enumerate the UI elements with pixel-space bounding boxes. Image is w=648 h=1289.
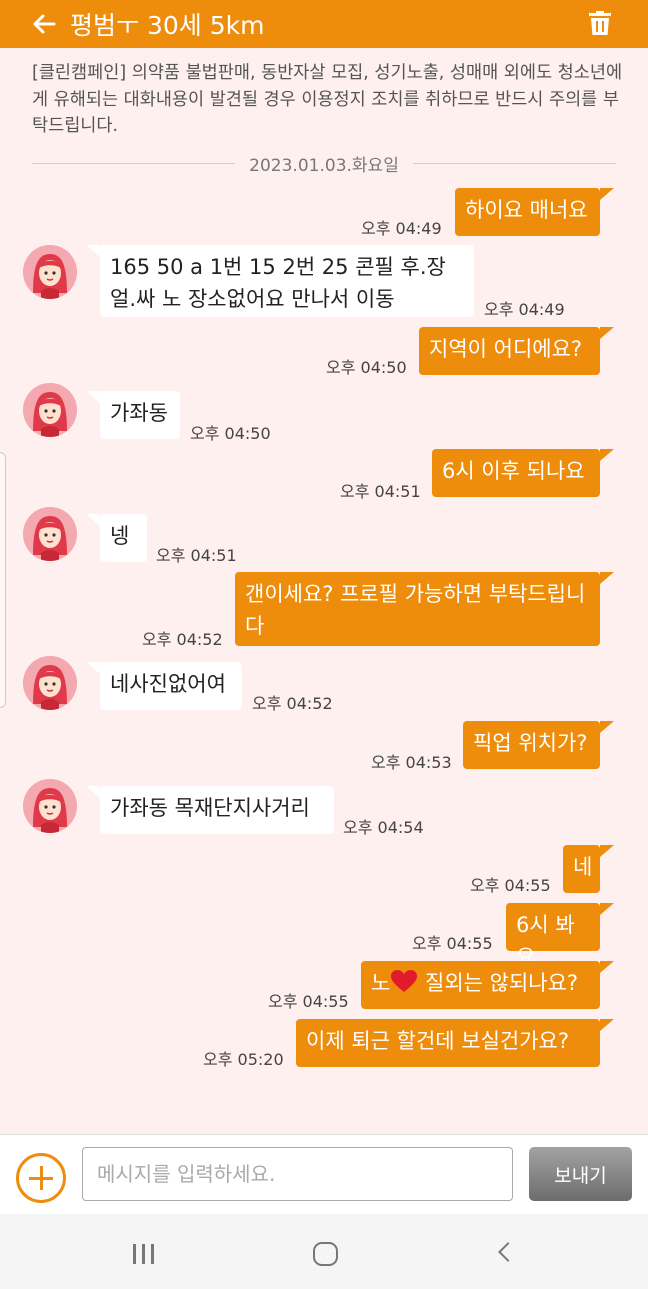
- bubble-tail: [600, 1019, 614, 1031]
- girl-avatar-icon: [23, 779, 77, 833]
- bubble-tail: [86, 786, 100, 798]
- bubble-tail: [600, 449, 614, 461]
- red-heart-icon: [391, 970, 418, 992]
- girl-avatar-icon: [23, 507, 77, 561]
- send-button[interactable]: 보내기: [529, 1147, 632, 1201]
- bubble-tail: [600, 572, 614, 584]
- plus-circle-icon[interactable]: [16, 1153, 66, 1203]
- message-bubble[interactable]: 하이요 매너요: [455, 188, 600, 236]
- message-time: 오후 04:55: [412, 934, 493, 953]
- message-time: 오후 04:49: [484, 300, 565, 319]
- girl-avatar-icon: [23, 245, 77, 299]
- message-time: 오후 05:20: [203, 1050, 284, 1069]
- bubble-tail: [86, 245, 100, 257]
- message-bubble[interactable]: 네: [563, 845, 600, 893]
- message-bubble[interactable]: 넹: [100, 514, 147, 562]
- avatar[interactable]: [23, 245, 77, 299]
- message-bubble[interactable]: 네사진없어여: [100, 662, 242, 710]
- message-bubble[interactable]: 픽업 위치가?: [463, 721, 600, 769]
- avatar[interactable]: [23, 383, 77, 437]
- bubble-tail: [86, 514, 100, 526]
- home-icon[interactable]: [313, 1242, 338, 1266]
- divider-line: [32, 162, 236, 164]
- arrow-left-icon[interactable]: [32, 12, 56, 36]
- bubble-tail: [600, 188, 614, 200]
- back-chevron-icon[interactable]: [498, 1242, 518, 1262]
- bubble-tail: [86, 391, 100, 403]
- message-text: 질외는 않되나요?: [418, 971, 579, 995]
- message-bubble[interactable]: 갠이세요? 프로필 가능하면 부탁드립니다: [235, 572, 600, 646]
- girl-avatar-icon: [23, 656, 77, 710]
- recent-apps-icon[interactable]: [133, 1244, 157, 1264]
- message-time: 오후 04:52: [142, 630, 223, 649]
- message-text: 노: [371, 971, 391, 995]
- scroll-edge-handle[interactable]: [0, 452, 6, 708]
- girl-avatar-icon: [23, 383, 77, 437]
- bubble-tail: [86, 662, 100, 674]
- trash-icon[interactable]: [589, 11, 611, 35]
- message-bubble[interactable]: 6시 봐요: [506, 903, 600, 969]
- message-bubble[interactable]: 이제 퇴근 할건데 보실건가요?: [296, 1019, 600, 1067]
- bubble-tail: [600, 903, 614, 915]
- message-time: 오후 04:50: [326, 358, 407, 377]
- avatar[interactable]: [23, 507, 77, 561]
- avatar[interactable]: [23, 779, 77, 833]
- message-input[interactable]: [82, 1147, 513, 1201]
- message-time: 오후 04:54: [343, 818, 424, 837]
- message-time: 오후 04:53: [371, 753, 452, 772]
- message-time: 오후 04:51: [340, 482, 421, 501]
- bubble-tail: [600, 327, 614, 339]
- date-separator: 2023.01.03.화요일: [32, 150, 617, 176]
- message-time: 오후 04:49: [361, 219, 442, 238]
- chat-header: 평범ㅜ 30세 5km: [0, 0, 648, 48]
- date-text: 2023.01.03.화요일: [249, 155, 399, 176]
- message-time: 오후 04:51: [156, 546, 237, 565]
- message-bubble[interactable]: 가좌동: [100, 391, 180, 439]
- message-bubble[interactable]: 노 질외는 않되나요?: [361, 961, 600, 1009]
- message-time: 오후 04:55: [470, 876, 551, 895]
- message-time: 오후 04:52: [252, 694, 333, 713]
- message-bubble[interactable]: 165 50 a 1번 15 2번 25 콘필 후.장얼.싸 노 장소없어요 만…: [100, 245, 474, 317]
- avatar[interactable]: [23, 656, 77, 710]
- message-bubble[interactable]: 가좌동 목재단지사거리: [100, 786, 334, 834]
- bubble-tail: [600, 961, 614, 973]
- message-time: 오후 04:55: [268, 992, 349, 1011]
- message-bubble[interactable]: 지역이 어디에요?: [419, 327, 600, 375]
- message-bubble[interactable]: 6시 이후 되나요: [432, 449, 600, 497]
- system-nav-bar: [0, 1214, 648, 1289]
- clean-campaign-notice: [클린캠페인] 의약품 불법판매, 동반자살 모집, 성기노출, 성매매 외에도…: [32, 63, 623, 136]
- chat-title: 평범ㅜ 30세 5km: [70, 11, 265, 40]
- bubble-tail: [600, 721, 614, 733]
- message-time: 오후 04:50: [190, 424, 271, 443]
- divider-line: [412, 162, 617, 164]
- bubble-tail: [600, 845, 614, 857]
- message-composer: 보내기: [0, 1134, 648, 1214]
